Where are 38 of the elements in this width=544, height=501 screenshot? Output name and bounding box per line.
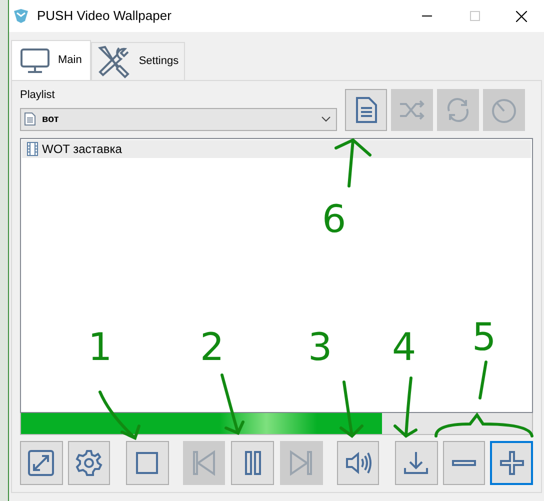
window-title: PUSH Video Wallpaper <box>37 7 172 26</box>
control-button[interactable] <box>442 440 486 484</box>
tab[interactable]: Settings <box>90 42 185 80</box>
fullscreen-icon <box>26 448 56 478</box>
film-icon <box>27 142 38 156</box>
close-icon[interactable] <box>516 10 527 22</box>
annotation-number: 4 <box>392 325 416 369</box>
control-button[interactable] <box>490 440 533 484</box>
annotation-arrow <box>340 380 364 438</box>
control-button[interactable] <box>395 440 438 484</box>
annotation-arrow <box>334 138 372 188</box>
annotation-number: 2 <box>200 325 224 369</box>
control-button[interactable] <box>126 440 169 484</box>
annotation-number: 3 <box>308 325 332 369</box>
chevron-down-icon <box>321 116 331 122</box>
annotation-arrow <box>98 390 140 440</box>
minimize-icon[interactable] <box>422 15 432 17</box>
video-item[interactable]: WOT заставка <box>22 140 531 158</box>
annotation-arrow <box>394 376 418 438</box>
tools-icon <box>96 44 131 78</box>
playlist-label: Playlist <box>20 88 56 103</box>
annotation-number: 6 <box>322 197 346 241</box>
monitor-icon <box>20 48 50 74</box>
annotation-arrow <box>220 374 244 434</box>
toolbar-button[interactable] <box>345 88 387 130</box>
annotation-number: 5 <box>472 315 496 359</box>
tab[interactable]: Main <box>11 40 91 80</box>
minus-icon <box>452 460 476 466</box>
control-button[interactable] <box>231 440 274 484</box>
control-button[interactable] <box>20 440 63 484</box>
control-button[interactable] <box>336 440 380 484</box>
app-logo-icon <box>12 7 30 25</box>
settings-icon <box>74 448 104 478</box>
document-icon <box>24 112 36 126</box>
playlist-dropdown[interactable]: вот <box>20 108 337 130</box>
annotation-number: 1 <box>88 325 112 369</box>
control-button[interactable] <box>68 440 110 484</box>
playlist-value: вот <box>42 112 59 126</box>
